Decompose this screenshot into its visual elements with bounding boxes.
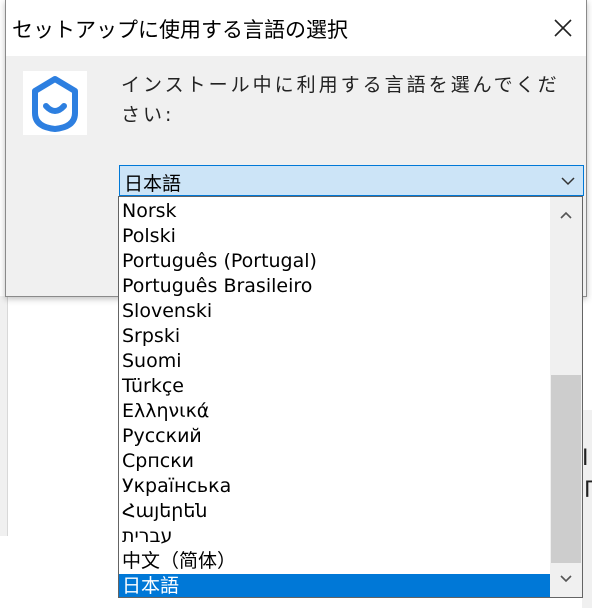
dialog-title: セットアップに使用する言語の選択 <box>12 18 348 42</box>
language-prompt-text: インストール中に利用する言語を選んでください: <box>121 74 560 126</box>
close-icon <box>554 19 572 37</box>
language-option[interactable]: עברית <box>119 524 551 549</box>
language-option[interactable]: Português (Portugal) <box>119 249 551 274</box>
language-option[interactable]: Srpski <box>119 324 551 349</box>
language-option[interactable]: Українська <box>119 474 551 499</box>
chevron-up-icon <box>560 211 572 219</box>
language-option[interactable]: Português Brasileiro <box>119 274 551 299</box>
chevron-down-icon <box>560 575 572 583</box>
app-logo <box>23 71 87 135</box>
chevron-down-icon <box>561 177 575 186</box>
language-option[interactable]: Ελληνικά <box>119 399 551 424</box>
dropdown-scrollbar[interactable] <box>550 197 582 597</box>
language-option[interactable]: Türkçe <box>119 374 551 399</box>
background-text-fragment: Γ <box>584 478 592 503</box>
combobox-selected-value: 日本語 <box>124 173 182 195</box>
scroll-up-button[interactable] <box>550 199 582 231</box>
language-option[interactable]: Slovenski <box>119 299 551 324</box>
dialog-titlebar: セットアップに使用する言語の選択 <box>6 0 586 56</box>
language-option[interactable]: Polski <box>119 224 551 249</box>
language-option[interactable]: 日本語 <box>119 574 551 597</box>
language-option[interactable]: Suomi <box>119 349 551 374</box>
language-option[interactable]: Հայերեն <box>119 499 551 524</box>
scrollbar-thumb[interactable] <box>551 375 581 563</box>
background-panel-left <box>0 296 8 536</box>
language-combobox[interactable]: 日本語 <box>119 165 584 196</box>
close-button[interactable] <box>540 0 586 56</box>
background-panel-right <box>582 410 592 608</box>
language-option[interactable]: 中文（简体） <box>119 549 551 574</box>
language-dropdown-list[interactable]: Norsk Polski Português (Portugal) Português… <box>118 196 583 598</box>
smile-shield-logo-icon <box>32 76 78 132</box>
scroll-down-button[interactable] <box>550 563 582 595</box>
language-option[interactable]: Српски <box>119 449 551 474</box>
language-option[interactable]: Русский <box>119 424 551 449</box>
language-option[interactable]: Norsk <box>119 199 551 224</box>
